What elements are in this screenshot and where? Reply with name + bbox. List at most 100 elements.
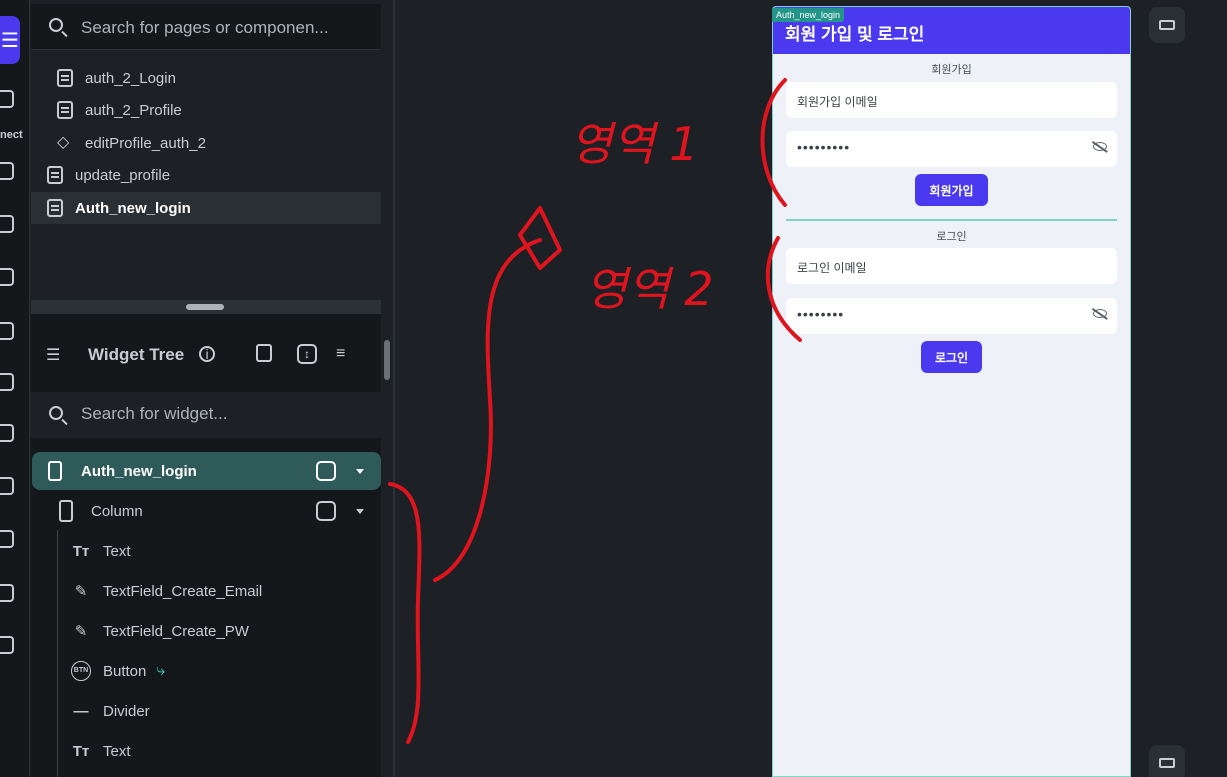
page-item-editprofile-auth-2[interactable]: ◇ editProfile_auth_2 (57, 127, 206, 159)
tree-node-label: TextField_Create_Email (103, 582, 263, 600)
tree-node-textfield-create-email[interactable]: ✎ TextField_Create_Email (71, 572, 263, 610)
page-label: editProfile_auth_2 (85, 134, 206, 152)
align-icon[interactable] (0, 424, 14, 442)
eye-off-icon[interactable] (1093, 142, 1107, 151)
page-label: update_profile (75, 166, 171, 184)
tree-node-label: Text (103, 742, 131, 760)
widget-tree-header: ☰ Widget Tree i ↕ ≡ (31, 314, 381, 392)
page-icon (57, 101, 73, 119)
signup-section-label: 회원가입 (931, 64, 972, 76)
eye-off-icon[interactable] (1093, 309, 1107, 318)
section-divider (786, 219, 1117, 221)
page-label: Auth_new_login (75, 199, 191, 217)
info-icon[interactable]: i (199, 346, 215, 362)
search-icon (49, 18, 63, 32)
page-item-update-profile[interactable]: update_profile (47, 159, 170, 191)
widget-search-placeholder[interactable]: Search for widget... (81, 404, 227, 424)
phone-icon[interactable] (0, 268, 14, 286)
page-item-auth-2-profile[interactable]: auth_2_Profile (57, 94, 182, 126)
text-icon: Tт (72, 742, 90, 760)
login-password-field[interactable]: •••••••• (786, 298, 1117, 334)
login-button[interactable]: 로그인 (921, 341, 982, 373)
rail-partial-label: nect (0, 129, 23, 141)
widget-tree-title: Widget Tree (88, 345, 185, 364)
page-label: auth_2_Profile (85, 101, 182, 119)
list-icon[interactable] (0, 215, 14, 233)
tree-node-column[interactable]: Column (59, 492, 143, 530)
widget-search-bar[interactable]: Search for widget... (31, 392, 381, 438)
page-icon (57, 69, 73, 87)
tree-node-text[interactable]: Tт Text (71, 532, 131, 570)
signup-email-hint: 회원가입 이메일 (797, 95, 878, 109)
widget-tree: Auth_new_login Column Tт Text ✎ TextFiel… (31, 438, 381, 777)
settings-icon[interactable] (0, 636, 14, 654)
tree-node-textfield-create-pw[interactable]: ✎ TextField_Create_PW (71, 612, 249, 650)
calculator-icon[interactable] (0, 162, 14, 180)
shapes-icon[interactable] (0, 322, 14, 340)
add-widget-icon[interactable] (316, 501, 336, 521)
signup-button[interactable]: 회원가입 (915, 174, 988, 206)
image-icon[interactable] (0, 373, 14, 391)
cloud-icon[interactable] (0, 477, 14, 495)
signup-email-field[interactable]: 회원가입 이메일 (786, 82, 1117, 118)
tree-guide-line (57, 530, 58, 777)
tree-node-text-2[interactable]: Tт Text (71, 732, 131, 770)
tree-node-label: TextField_Create_PW (103, 622, 249, 640)
bottom-bar-icon (1159, 758, 1175, 768)
phone-icon (48, 461, 62, 481)
search-icon (49, 406, 63, 420)
column-icon (59, 500, 73, 522)
page-search-placeholder[interactable]: Search for pages or componen... (81, 18, 329, 38)
signup-password-dots: ••••••••• (797, 139, 851, 155)
flutterflow-editor: ☰ nect Search for pages or componen... a… (0, 0, 1227, 777)
app-bar-title: 회원 가입 및 로그인 (785, 25, 925, 44)
add-widget-icon[interactable] (316, 461, 336, 481)
left-panel: Search for pages or componen... auth_2_L… (31, 0, 381, 777)
left-rail: ☰ nect (0, 0, 30, 777)
tree-node-label: Column (91, 502, 143, 520)
bottom-bar-toggle-button[interactable] (1149, 745, 1185, 777)
menu-icon[interactable]: ☰ (0, 16, 20, 64)
page-icon (47, 199, 63, 217)
page-search-bar[interactable]: Search for pages or componen... (31, 4, 381, 50)
tree-list-icon: ☰ (46, 347, 61, 364)
tree-node-button[interactable]: BTN Button ⤷ (71, 652, 165, 690)
lock-icon[interactable] (256, 344, 272, 362)
magic-icon[interactable] (0, 530, 14, 548)
page-icon (47, 166, 63, 184)
sort-icon[interactable]: ≡ (336, 345, 345, 363)
tree-node-divider[interactable]: — Divider (71, 692, 150, 730)
page-item-auth-new-login[interactable]: Auth_new_login (31, 192, 381, 224)
signup-password-field[interactable]: ••••••••• (786, 131, 1117, 167)
login-email-field[interactable]: 로그인 이메일 (786, 248, 1117, 284)
login-password-dots: •••••••• (797, 306, 845, 322)
panel-resizer[interactable] (31, 300, 381, 314)
edit-icon: ✎ (74, 623, 88, 640)
add-icon[interactable] (0, 90, 14, 108)
pen-icon[interactable] (0, 584, 14, 602)
tree-node-label: Auth_new_login (81, 462, 197, 480)
button-icon: BTN (71, 661, 91, 681)
login-section-label: 로그인 (936, 231, 967, 243)
keyboard-icon (1159, 20, 1175, 30)
tree-node-label: Button (103, 662, 147, 680)
divider-icon: — (73, 702, 89, 720)
tree-node-label: Text (103, 542, 131, 560)
login-email-hint: 로그인 이메일 (797, 261, 867, 275)
resize-handle[interactable] (186, 304, 224, 310)
panel-scrollbar[interactable] (384, 340, 390, 380)
keyboard-toggle-button[interactable] (1149, 7, 1185, 43)
page-list: auth_2_Login auth_2_Profile ◇ editProfil… (31, 50, 381, 300)
device-name-tag: Auth_new_login (772, 8, 845, 22)
edit-icon: ✎ (74, 583, 88, 600)
caret-down-icon[interactable] (356, 509, 364, 514)
action-flow-icon[interactable]: ⤷ (156, 662, 165, 680)
page-label: auth_2_Login (85, 69, 176, 87)
device-preview: 회원 가입 및 로그인 회원가입 회원가입 이메일 ••••••••• 회원가입… (772, 6, 1131, 777)
text-icon: Tт (72, 542, 90, 560)
component-diamond-icon: ◇ (57, 134, 70, 151)
expand-vertical-icon[interactable]: ↕ (297, 344, 317, 364)
tree-node-label: Divider (103, 702, 150, 720)
caret-down-icon[interactable] (356, 469, 364, 474)
page-item-auth-2-login[interactable]: auth_2_Login (57, 62, 176, 94)
